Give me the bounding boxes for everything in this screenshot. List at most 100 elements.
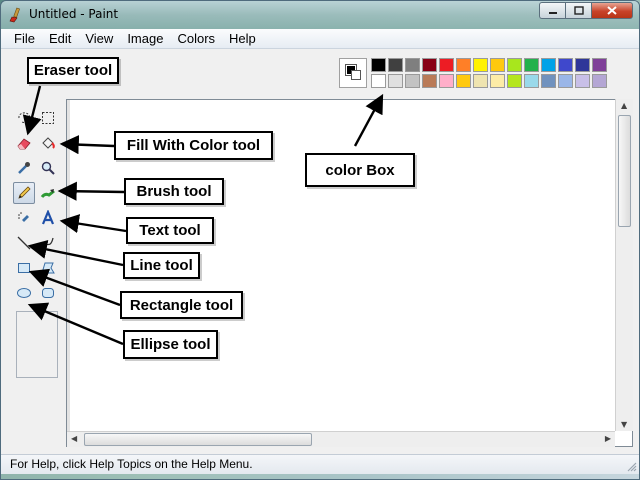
curve-icon [41,237,54,249]
pencil-tool[interactable] [13,182,35,204]
background-color [351,70,361,80]
text-tool[interactable] [37,207,59,229]
tool-options-box[interactable] [16,311,58,378]
color-swatch[interactable] [490,74,505,88]
eraser-icon [17,138,31,150]
free-form-select-tool[interactable] [13,107,35,129]
color-picker-icon [18,162,30,174]
vertical-scrollbar[interactable]: ▲ ▼ [615,99,633,431]
color-swatch[interactable] [524,58,539,72]
color-swatch[interactable] [439,58,454,72]
status-bar: For Help, click Help Topics on the Help … [1,454,639,474]
color-swatch[interactable] [524,74,539,88]
brush-tool[interactable] [37,182,59,204]
curve-tool[interactable] [37,232,59,254]
magnifier-tool[interactable] [37,157,59,179]
title-bar[interactable]: Untitled - Paint [1,1,639,29]
color-swatch[interactable] [405,74,420,88]
rectangle-tool[interactable] [13,257,35,279]
color-swatch[interactable] [388,74,403,88]
horizontal-scroll-thumb[interactable] [84,433,312,446]
color-swatch[interactable] [439,74,454,88]
color-swatch[interactable] [456,74,471,88]
airbrush-icon [18,212,29,222]
status-text: For Help, click Help Topics on the Help … [10,457,253,471]
line-tool[interactable] [13,232,35,254]
callout-text-tool: Text tool [126,217,214,244]
rectangle-icon [18,263,30,273]
menu-view[interactable]: View [78,31,120,46]
color-swatch[interactable] [422,74,437,88]
rectangle-select-icon [42,112,54,124]
menu-colors[interactable]: Colors [170,31,222,46]
callout-brush-tool: Brush tool [124,178,224,205]
menu-image[interactable]: Image [120,31,170,46]
callout-rectangle-tool: Rectangle tool [120,291,243,319]
callout-ellipse-tool: Ellipse tool [123,330,218,359]
rounded-rectangle-tool[interactable] [37,282,59,304]
ellipse-icon [17,288,31,298]
scroll-right-icon[interactable]: ▶ [605,434,611,443]
menu-bar: File Edit View Image Colors Help [1,29,639,49]
rounded-rectangle-icon [42,288,54,298]
color-swatch[interactable] [507,58,522,72]
color-swatch[interactable] [541,58,556,72]
brush-icon [40,189,55,198]
scroll-up-icon[interactable]: ▲ [621,101,627,110]
color-swatch[interactable] [405,58,420,72]
color-swatch[interactable] [558,74,573,88]
window-title: Untitled - Paint [29,7,119,21]
line-icon [17,236,31,250]
callout-color-box: color Box [305,153,415,187]
callout-fill-with-color-tool: Fill With Color tool [114,131,273,160]
polygon-icon [41,262,55,274]
fill-with-color-tool[interactable] [37,132,59,154]
color-swatch[interactable] [388,58,403,72]
vertical-scroll-thumb[interactable] [618,115,631,227]
pencil-icon [18,186,31,199]
color-swatch[interactable] [371,58,386,72]
minimize-button[interactable] [539,2,565,19]
ellipse-tool[interactable] [13,282,35,304]
pick-color-tool[interactable] [13,157,35,179]
callout-line-tool: Line tool [123,252,200,279]
color-swatch[interactable] [592,74,607,88]
scroll-down-icon[interactable]: ▼ [621,420,627,429]
current-colors[interactable] [339,58,367,88]
scroll-left-icon[interactable]: ◀ [71,434,77,443]
close-icon [607,6,617,15]
color-swatch[interactable] [575,74,590,88]
color-swatch[interactable] [541,74,556,88]
color-swatch[interactable] [592,58,607,72]
free-form-select-icon [18,112,30,123]
canvas-shadow [67,100,70,446]
color-swatch[interactable] [473,74,488,88]
callout-eraser-tool: Eraser tool [27,57,119,84]
minimize-icon [548,11,557,14]
color-swatch[interactable] [490,58,505,72]
color-swatch[interactable] [575,58,590,72]
color-swatch[interactable] [371,74,386,88]
rectangle-select-tool[interactable] [37,107,59,129]
airbrush-tool[interactable] [13,207,35,229]
resize-grip-icon[interactable] [625,460,637,472]
color-swatch[interactable] [456,58,471,72]
color-swatch[interactable] [507,74,522,88]
horizontal-scrollbar[interactable]: ◀ ▶ [67,431,615,447]
polygon-tool[interactable] [37,257,59,279]
maximize-button[interactable] [565,2,591,19]
color-swatch[interactable] [558,58,573,72]
eraser-tool[interactable] [13,132,35,154]
window-controls [539,2,633,20]
text-icon [41,210,55,225]
paint-brush-icon[interactable] [8,7,24,23]
color-swatch[interactable] [473,58,488,72]
menu-edit[interactable]: Edit [42,31,78,46]
color-swatch[interactable] [422,58,437,72]
maximize-icon [573,6,584,15]
magnifier-icon [41,161,55,175]
menu-file[interactable]: File [7,31,42,46]
menu-help[interactable]: Help [222,31,263,46]
close-button[interactable] [591,2,633,19]
color-swatches [371,58,607,88]
